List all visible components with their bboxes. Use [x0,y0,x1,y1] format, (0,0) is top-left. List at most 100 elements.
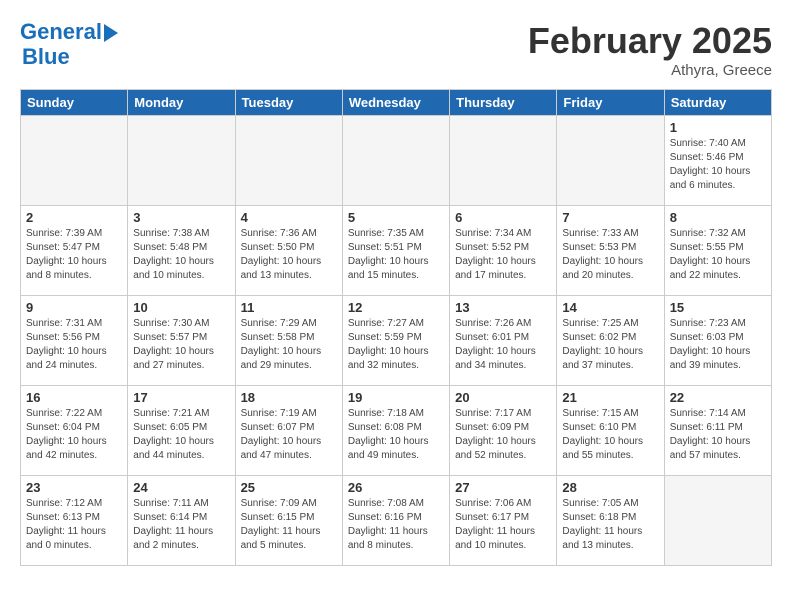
day-info: Sunrise: 7:29 AM Sunset: 5:58 PM Dayligh… [241,317,337,373]
day-number: 26 [348,480,444,495]
calendar-cell: 1 Sunrise: 7:40 AM Sunset: 5:46 PM Daylig… [664,116,771,206]
calendar-cell [21,116,128,206]
day-number: 14 [562,300,658,315]
day-number: 19 [348,390,444,405]
day-info: Sunrise: 7:25 AM Sunset: 6:02 PM Dayligh… [562,317,658,373]
calendar-cell: 21Sunrise: 7:15 AM Sunset: 6:10 PM Dayli… [557,386,664,476]
day-info: Sunrise: 7:12 AM Sunset: 6:13 PM Dayligh… [26,497,122,553]
day-info: Sunrise: 7:35 AM Sunset: 5:51 PM Dayligh… [348,227,444,283]
day-number: 18 [241,390,337,405]
calendar-week-3: 9 Sunrise: 7:31 AM Sunset: 5:56 PM Daylig… [21,296,772,386]
day-number: 3 [133,210,229,225]
day-header-thursday: Thursday [450,90,557,116]
day-info: Sunrise: 7:06 AM Sunset: 6:17 PM Dayligh… [455,497,551,553]
calendar-cell: 7Sunrise: 7:33 AM Sunset: 5:53 PM Daylig… [557,206,664,296]
calendar-week-2: 2 Sunrise: 7:39 AM Sunset: 5:47 PM Daylig… [21,206,772,296]
day-info: Sunrise: 7:11 AM Sunset: 6:14 PM Dayligh… [133,497,229,553]
day-number: 4 [241,210,337,225]
day-number: 28 [562,480,658,495]
location-subtitle: Athyra, Greece [528,62,772,79]
calendar-cell [557,116,664,206]
day-header-friday: Friday [557,90,664,116]
calendar-cell: 18 Sunrise: 7:19 AM Sunset: 6:07 PM Dayli… [235,386,342,476]
day-header-saturday: Saturday [664,90,771,116]
calendar-cell: 24Sunrise: 7:11 AM Sunset: 6:14 PM Dayli… [128,476,235,566]
calendar-cell [235,116,342,206]
day-number: 5 [348,210,444,225]
logo: General Blue [20,20,118,70]
calendar-header-row: SundayMondayTuesdayWednesdayThursdayFrid… [21,90,772,116]
day-number: 6 [455,210,551,225]
day-number: 9 [26,300,122,315]
day-info: Sunrise: 7:31 AM Sunset: 5:56 PM Dayligh… [26,317,122,373]
day-number: 8 [670,210,766,225]
calendar-table: SundayMondayTuesdayWednesdayThursdayFrid… [20,89,772,566]
calendar-cell: 8 Sunrise: 7:32 AM Sunset: 5:55 PM Daylig… [664,206,771,296]
day-number: 11 [241,300,337,315]
day-info: Sunrise: 7:05 AM Sunset: 6:18 PM Dayligh… [562,497,658,553]
day-header-monday: Monday [128,90,235,116]
month-title: February 2025 [528,20,772,62]
calendar-cell: 17 Sunrise: 7:21 AM Sunset: 6:05 PM Dayli… [128,386,235,476]
day-number: 15 [670,300,766,315]
day-info: Sunrise: 7:40 AM Sunset: 5:46 PM Dayligh… [670,137,766,193]
day-info: Sunrise: 7:14 AM Sunset: 6:11 PM Dayligh… [670,407,766,463]
calendar-cell [342,116,449,206]
day-number: 17 [133,390,229,405]
logo-text: General [20,20,102,44]
day-number: 20 [455,390,551,405]
calendar-cell: 20Sunrise: 7:17 AM Sunset: 6:09 PM Dayli… [450,386,557,476]
day-info: Sunrise: 7:39 AM Sunset: 5:47 PM Dayligh… [26,227,122,283]
day-info: Sunrise: 7:08 AM Sunset: 6:16 PM Dayligh… [348,497,444,553]
calendar-week-4: 16 Sunrise: 7:22 AM Sunset: 6:04 PM Dayli… [21,386,772,476]
calendar-week-1: 1 Sunrise: 7:40 AM Sunset: 5:46 PM Daylig… [21,116,772,206]
day-info: Sunrise: 7:22 AM Sunset: 6:04 PM Dayligh… [26,407,122,463]
day-number: 21 [562,390,658,405]
day-number: 1 [670,120,766,135]
day-info: Sunrise: 7:32 AM Sunset: 5:55 PM Dayligh… [670,227,766,283]
day-info: Sunrise: 7:30 AM Sunset: 5:57 PM Dayligh… [133,317,229,373]
day-info: Sunrise: 7:27 AM Sunset: 5:59 PM Dayligh… [348,317,444,373]
calendar-week-5: 23 Sunrise: 7:12 AM Sunset: 6:13 PM Dayli… [21,476,772,566]
page-header: General Blue February 2025 Athyra, Greec… [20,20,772,79]
calendar-cell: 14 Sunrise: 7:25 AM Sunset: 6:02 PM Dayli… [557,296,664,386]
calendar-cell: 15 Sunrise: 7:23 AM Sunset: 6:03 PM Dayli… [664,296,771,386]
calendar-cell: 11 Sunrise: 7:29 AM Sunset: 5:58 PM Dayli… [235,296,342,386]
day-number: 27 [455,480,551,495]
calendar-body: 1 Sunrise: 7:40 AM Sunset: 5:46 PM Daylig… [21,116,772,566]
day-number: 23 [26,480,122,495]
calendar-cell: 9 Sunrise: 7:31 AM Sunset: 5:56 PM Daylig… [21,296,128,386]
calendar-cell: 26 Sunrise: 7:08 AM Sunset: 6:16 PM Dayli… [342,476,449,566]
calendar-cell: 6 Sunrise: 7:34 AM Sunset: 5:52 PM Daylig… [450,206,557,296]
calendar-cell: 19Sunrise: 7:18 AM Sunset: 6:08 PM Dayli… [342,386,449,476]
day-info: Sunrise: 7:21 AM Sunset: 6:05 PM Dayligh… [133,407,229,463]
day-number: 16 [26,390,122,405]
day-header-sunday: Sunday [21,90,128,116]
day-info: Sunrise: 7:09 AM Sunset: 6:15 PM Dayligh… [241,497,337,553]
day-number: 2 [26,210,122,225]
day-info: Sunrise: 7:34 AM Sunset: 5:52 PM Dayligh… [455,227,551,283]
calendar-cell: 13 Sunrise: 7:26 AM Sunset: 6:01 PM Dayli… [450,296,557,386]
calendar-cell: 10 Sunrise: 7:30 AM Sunset: 5:57 PM Dayli… [128,296,235,386]
calendar-cell: 25Sunrise: 7:09 AM Sunset: 6:15 PM Dayli… [235,476,342,566]
logo-blue: Blue [22,44,118,70]
day-info: Sunrise: 7:36 AM Sunset: 5:50 PM Dayligh… [241,227,337,283]
calendar-cell [664,476,771,566]
day-number: 10 [133,300,229,315]
calendar-cell [128,116,235,206]
calendar-cell: 4 Sunrise: 7:36 AM Sunset: 5:50 PM Daylig… [235,206,342,296]
day-info: Sunrise: 7:19 AM Sunset: 6:07 PM Dayligh… [241,407,337,463]
calendar-cell: 12Sunrise: 7:27 AM Sunset: 5:59 PM Dayli… [342,296,449,386]
day-info: Sunrise: 7:33 AM Sunset: 5:53 PM Dayligh… [562,227,658,283]
logo-arrow-icon [104,24,118,42]
calendar-cell [450,116,557,206]
day-number: 13 [455,300,551,315]
day-info: Sunrise: 7:26 AM Sunset: 6:01 PM Dayligh… [455,317,551,373]
calendar-cell: 16 Sunrise: 7:22 AM Sunset: 6:04 PM Dayli… [21,386,128,476]
calendar-cell: 23 Sunrise: 7:12 AM Sunset: 6:13 PM Dayli… [21,476,128,566]
calendar-cell: 2 Sunrise: 7:39 AM Sunset: 5:47 PM Daylig… [21,206,128,296]
calendar-cell: 5 Sunrise: 7:35 AM Sunset: 5:51 PM Daylig… [342,206,449,296]
calendar-cell: 3Sunrise: 7:38 AM Sunset: 5:48 PM Daylig… [128,206,235,296]
day-info: Sunrise: 7:23 AM Sunset: 6:03 PM Dayligh… [670,317,766,373]
day-number: 22 [670,390,766,405]
